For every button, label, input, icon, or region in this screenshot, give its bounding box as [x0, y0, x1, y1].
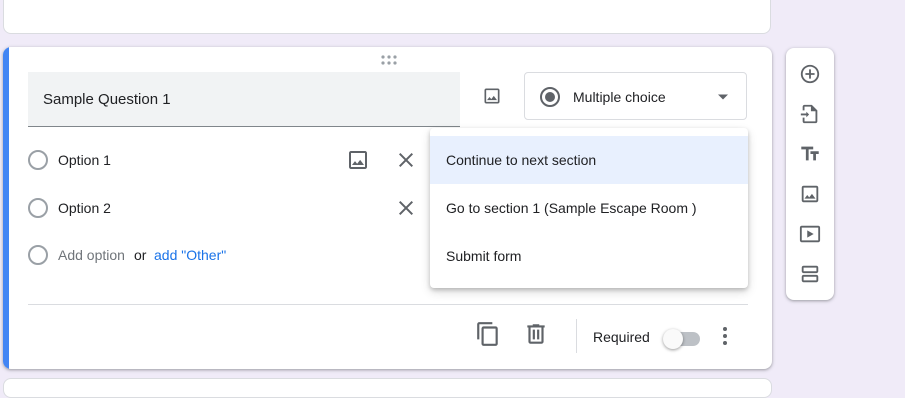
add-title-button[interactable]	[798, 142, 822, 166]
option-radio	[28, 198, 48, 218]
toggle-knob	[663, 329, 683, 349]
add-title-icon	[801, 146, 819, 161]
or-label: or	[134, 247, 147, 263]
option-radio	[28, 245, 48, 265]
import-questions-button[interactable]	[798, 102, 822, 126]
previous-question-card	[3, 0, 771, 34]
duplicate-icon[interactable]	[475, 321, 501, 347]
more-options-icon[interactable]	[713, 324, 737, 348]
required-label: Required	[593, 329, 650, 345]
question-type-label: Multiple choice	[573, 89, 666, 105]
option-label[interactable]: Option 2	[58, 200, 111, 216]
radio-button-icon	[540, 87, 560, 107]
option-image-icon[interactable]	[346, 148, 370, 172]
go-to-section-menu[interactable]: Continue to next section Go to section 1…	[430, 128, 748, 288]
add-video-icon	[799, 225, 821, 243]
import-questions-icon	[800, 104, 818, 124]
add-section-icon	[801, 265, 819, 283]
drag-handle-icon[interactable]	[379, 53, 399, 67]
floating-toolbar	[786, 48, 834, 300]
add-option-button[interactable]: Add option	[58, 247, 125, 263]
option-label[interactable]: Option 1	[58, 152, 111, 168]
menu-item-submit-form[interactable]: Submit form	[430, 232, 748, 280]
add-image-button[interactable]	[798, 182, 822, 206]
menu-item-continue-next-section[interactable]: Continue to next section	[430, 136, 748, 184]
dropdown-arrow-icon	[718, 94, 728, 100]
required-toggle[interactable]	[663, 328, 701, 349]
add-image-icon	[801, 185, 819, 203]
add-option-row[interactable]: Add option or add "Other"	[28, 243, 448, 267]
add-question-image-button[interactable]	[477, 83, 507, 109]
question-type-select[interactable]: Multiple choice	[524, 72, 747, 120]
menu-item-go-to-section-1[interactable]: Go to section 1 (Sample Escape Room )	[430, 184, 748, 232]
add-section-button[interactable]	[798, 262, 822, 286]
next-question-card	[3, 378, 772, 398]
delete-icon[interactable]	[523, 321, 549, 347]
image-icon	[484, 88, 500, 104]
question-title-input[interactable]: Sample Question 1	[28, 72, 460, 127]
option-radio	[28, 150, 48, 170]
option-row[interactable]: Option 2	[28, 196, 448, 220]
option-row[interactable]: Option 1	[28, 148, 448, 172]
add-video-button[interactable]	[798, 222, 822, 246]
add-other-link[interactable]: add "Other"	[154, 247, 226, 263]
remove-option-icon[interactable]	[394, 196, 418, 220]
active-card-indicator	[3, 47, 9, 369]
footer-divider	[28, 304, 748, 305]
add-question-icon	[800, 64, 820, 84]
remove-option-icon[interactable]	[394, 148, 418, 172]
footer-separator	[576, 319, 577, 353]
add-question-button[interactable]	[798, 62, 822, 86]
